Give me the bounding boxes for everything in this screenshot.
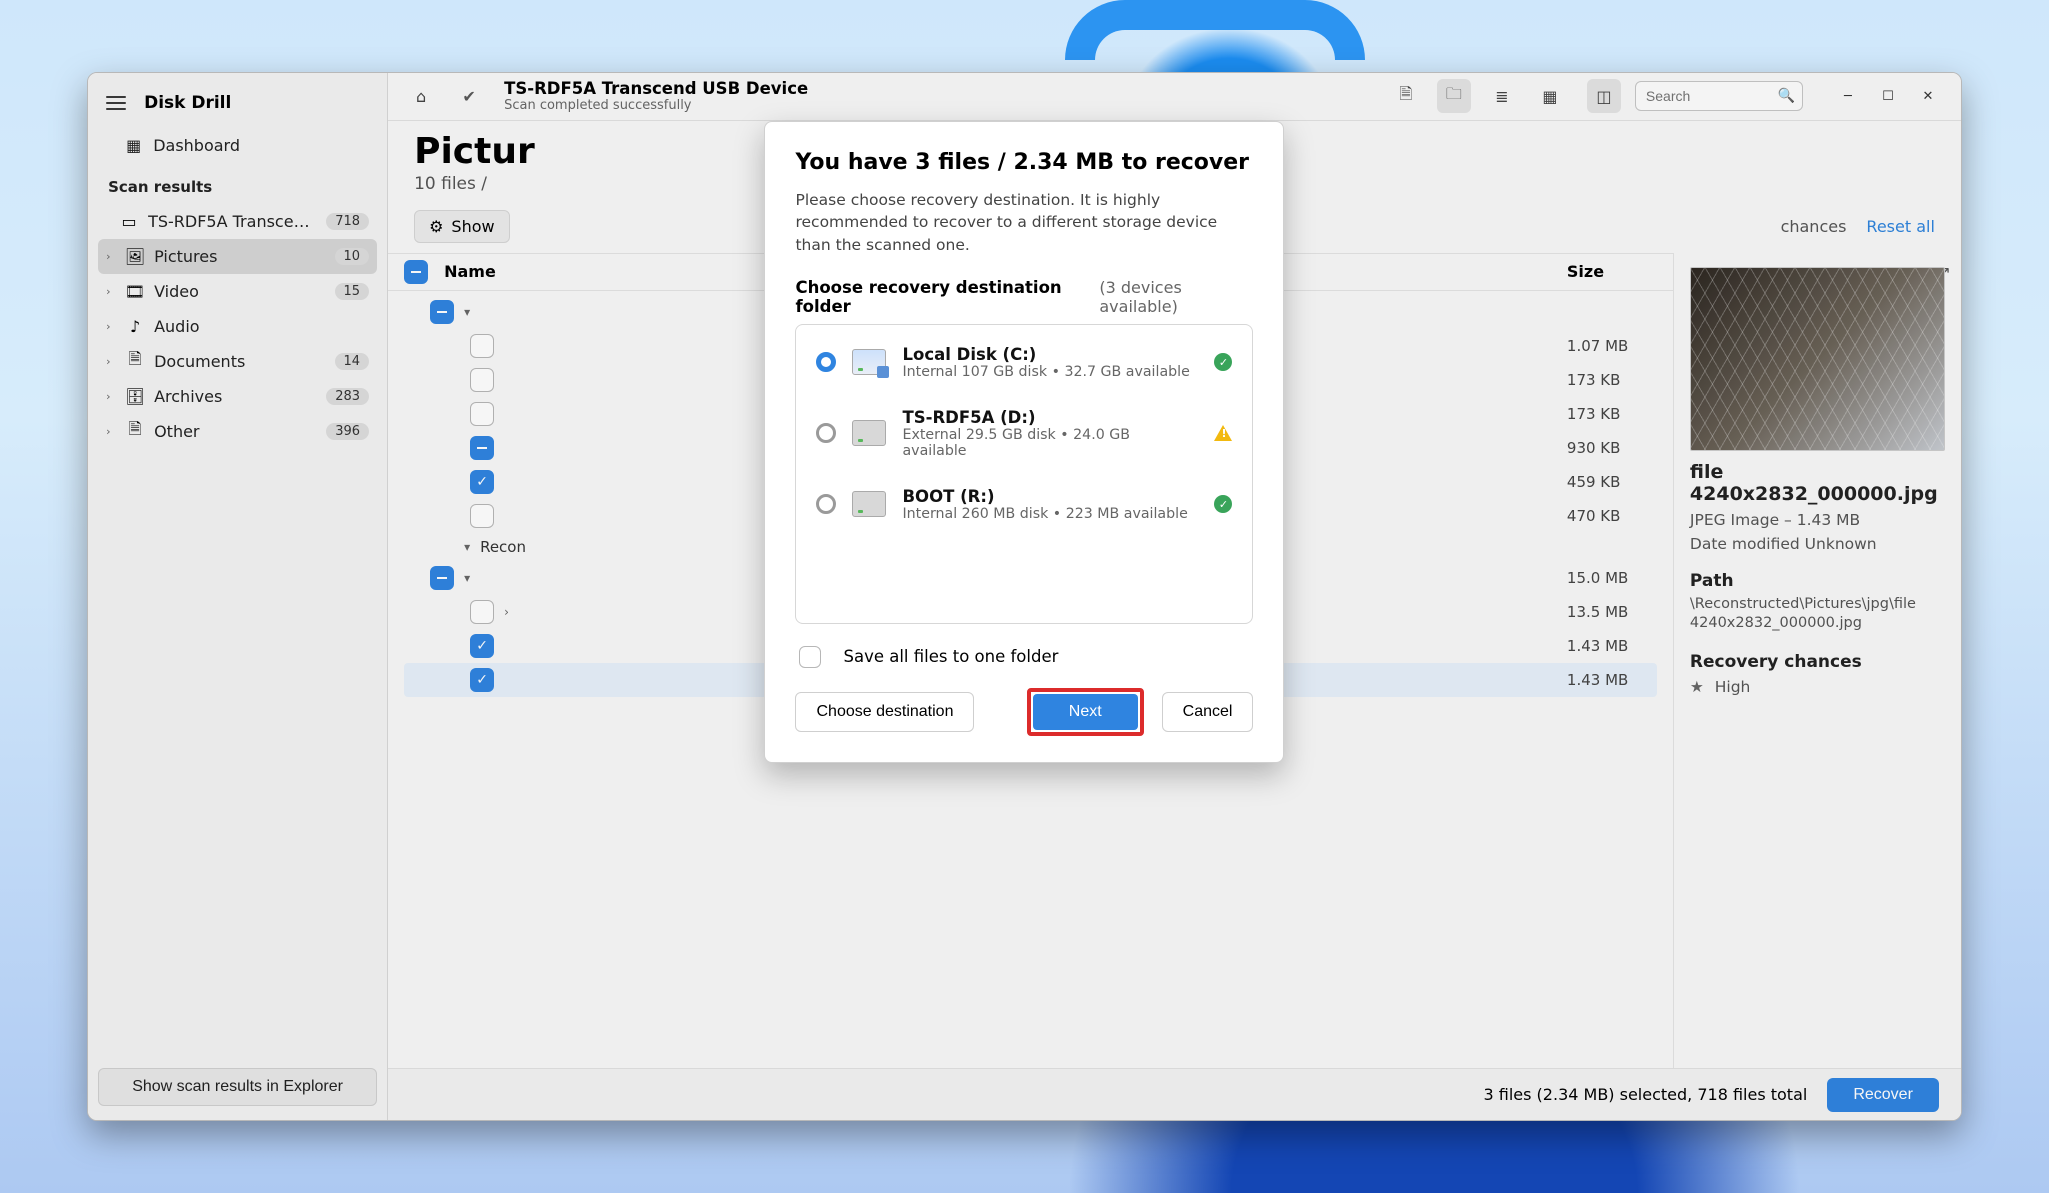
destination-sub: External 29.5 GB disk • 24.0 GB availabl… [902, 427, 1198, 459]
destination-radio[interactable] [816, 352, 836, 372]
next-button[interactable]: Next [1033, 694, 1138, 730]
choose-destination-button[interactable]: Choose destination [795, 692, 974, 732]
save-one-folder-label: Save all files to one folder [843, 647, 1058, 666]
modal-description: Please choose recovery destination. It i… [795, 189, 1253, 256]
disk-icon [852, 491, 886, 517]
status-warn-icon [1214, 425, 1232, 441]
destination-list: Local Disk (C:)Internal 107 GB disk • 32… [795, 324, 1253, 624]
destination-option[interactable]: BOOT (R:)Internal 260 MB disk • 223 MB a… [798, 473, 1250, 536]
destination-sub: Internal 107 GB disk • 32.7 GB available [902, 364, 1198, 380]
destination-option[interactable]: Local Disk (C:)Internal 107 GB disk • 32… [798, 331, 1250, 394]
cancel-button[interactable]: Cancel [1162, 692, 1254, 732]
destination-sub: Internal 260 MB disk • 223 MB available [902, 506, 1198, 522]
modal-overlay: You have 3 files / 2.34 MB to recover Pl… [88, 73, 1961, 1121]
status-ok-icon: ✓ [1214, 353, 1232, 371]
destination-name: Local Disk (C:) [902, 345, 1198, 364]
save-one-folder-checkbox[interactable] [799, 646, 821, 668]
destination-name: BOOT (R:) [902, 487, 1198, 506]
disk-icon [852, 420, 886, 446]
destination-option[interactable]: TS-RDF5A (D:)External 29.5 GB disk • 24.… [798, 394, 1250, 473]
recovery-destination-modal: You have 3 files / 2.34 MB to recover Pl… [764, 121, 1284, 763]
destination-name: TS-RDF5A (D:) [902, 408, 1198, 427]
destination-radio[interactable] [816, 423, 836, 443]
disk-icon [852, 349, 886, 375]
devices-available-label: (3 devices available) [1099, 278, 1253, 316]
status-ok-icon: ✓ [1214, 495, 1232, 513]
next-button-highlight: Next [1027, 688, 1144, 736]
modal-title: You have 3 files / 2.34 MB to recover [795, 150, 1253, 175]
destination-radio[interactable] [816, 494, 836, 514]
choose-destination-label: Choose recovery destination folder [795, 278, 1099, 316]
app-window: Disk Drill ▦ Dashboard Scan results ▭ TS… [87, 72, 1962, 1122]
